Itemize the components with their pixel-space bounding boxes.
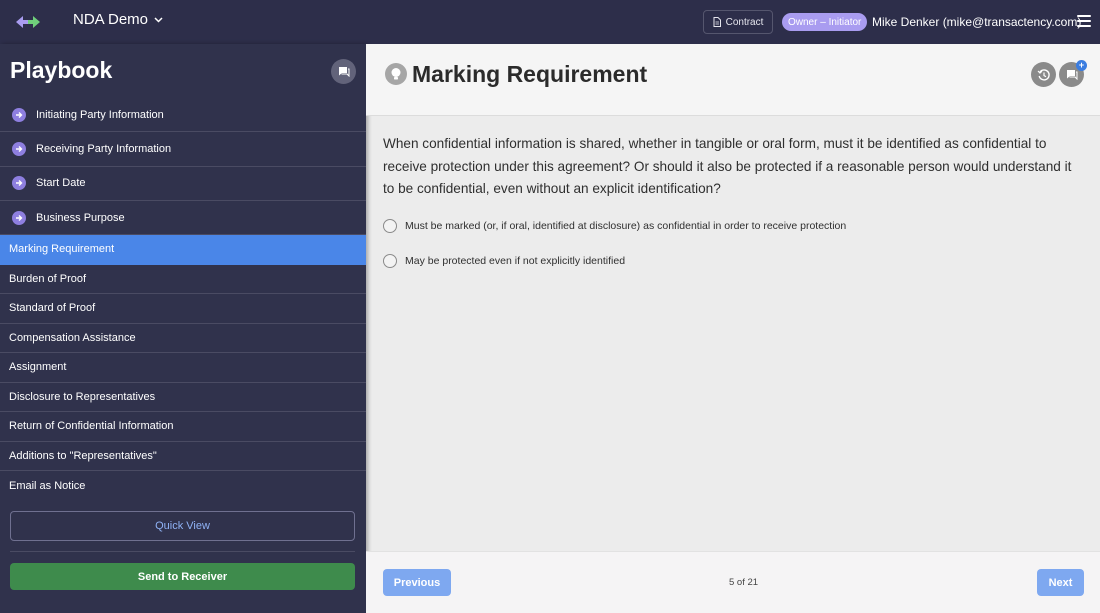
sidebar-item-label: Business Purpose: [36, 211, 125, 224]
sidebar-item-disclosure-to-representatives[interactable]: Disclosure to Representatives: [0, 383, 366, 413]
sidebar-item-standard-of-proof[interactable]: Standard of Proof: [0, 294, 366, 324]
sidebar-item-label: Initiating Party Information: [36, 108, 164, 121]
sidebar-item-label: Start Date: [36, 177, 86, 190]
hamburger-icon[interactable]: [1077, 15, 1091, 27]
sidebar-item-label: Burden of Proof: [9, 272, 87, 285]
question-text: When confidential information is shared,…: [383, 136, 1072, 196]
sidebar-item-initiating-party[interactable]: Initiating Party Information: [0, 98, 366, 133]
arrow-right-icon: [12, 107, 26, 122]
option-may-be-protected[interactable]: May be protected even if not explicitly …: [383, 254, 625, 268]
sidebar-item-label: Additions to "Representatives": [9, 449, 157, 462]
next-button[interactable]: Next: [1037, 569, 1084, 596]
sidebar-item-burden-of-proof[interactable]: Burden of Proof: [0, 265, 366, 295]
sidebar-item-label: Compensation Assistance: [9, 331, 136, 344]
contract-label: Contract: [725, 16, 764, 28]
sidebar-item-compensation-assistance[interactable]: Compensation Assistance: [0, 324, 366, 354]
chat-icon[interactable]: [331, 59, 356, 84]
option-must-be-marked[interactable]: Must be marked (or, if oral, identified …: [383, 219, 846, 233]
sidebar-item-label: Marking Requirement: [9, 243, 115, 256]
playbook-nav: Initiating Party Information Receiving P…: [0, 98, 366, 501]
sidebar-item-label: Standard of Proof: [9, 302, 96, 315]
document-title: NDA Demo: [73, 11, 149, 28]
sidebar-item-label: Receiving Party Information: [36, 142, 172, 155]
arrow-right-icon: [12, 210, 26, 225]
top-bar: NDA Demo Contract Owner – Initiator Mike…: [0, 0, 1100, 44]
option-label: May be protected even if not explicitly …: [405, 255, 626, 267]
lightbulb-icon[interactable]: [385, 63, 407, 85]
user-name[interactable]: Mike Denker (mike@transactency.com): [872, 15, 1081, 29]
option-label: Must be marked (or, if oral, identified …: [405, 220, 847, 232]
arrow-right-icon: [12, 176, 26, 191]
document-title-dropdown[interactable]: NDA Demo: [73, 11, 163, 28]
contract-button[interactable]: Contract: [703, 10, 773, 34]
sidebar-item-assignment[interactable]: Assignment: [0, 353, 366, 383]
send-to-receiver-button[interactable]: Send to Receiver: [10, 563, 355, 590]
document-icon: [713, 17, 721, 27]
chevron-down-icon: [154, 16, 163, 23]
radio-button[interactable]: [383, 219, 397, 233]
previous-button[interactable]: Previous: [383, 569, 451, 596]
role-badge: Owner – Initiator: [782, 13, 868, 31]
sidebar-item-marking-requirement[interactable]: Marking Requirement: [0, 235, 366, 265]
playbook-sidebar: Playbook Initiating Party Information Re…: [0, 44, 366, 613]
add-comment-badge[interactable]: +: [1076, 60, 1087, 71]
sidebar-item-label: Return of Confidential Information: [9, 420, 174, 433]
history-icon[interactable]: [1031, 62, 1056, 87]
sidebar-item-receiving-party[interactable]: Receiving Party Information: [0, 132, 366, 167]
sidebar-item-return-of-confidential-information[interactable]: Return of Confidential Information: [0, 412, 366, 442]
arrow-right-icon: [12, 141, 26, 156]
page-indicator: 5 of 21: [729, 577, 759, 588]
page-title: Marking Requirement: [412, 61, 648, 87]
radio-button[interactable]: [383, 254, 397, 268]
quick-view-button[interactable]: Quick View: [10, 511, 355, 541]
sidebar-item-email-as-notice[interactable]: Email as Notice: [0, 471, 366, 501]
sidebar-item-business-purpose[interactable]: Business Purpose: [0, 201, 366, 236]
sidebar-item-label: Assignment: [9, 361, 67, 374]
sidebar-item-label: Email as Notice: [9, 479, 86, 492]
sidebar-item-additions-to-representatives[interactable]: Additions to "Representatives": [0, 442, 366, 472]
sidebar-title: Playbook: [10, 57, 113, 83]
sidebar-item-label: Disclosure to Representatives: [9, 390, 156, 403]
arrows-logo-icon[interactable]: [14, 12, 42, 32]
sidebar-item-start-date[interactable]: Start Date: [0, 167, 366, 201]
sidebar-divider: [10, 551, 355, 552]
